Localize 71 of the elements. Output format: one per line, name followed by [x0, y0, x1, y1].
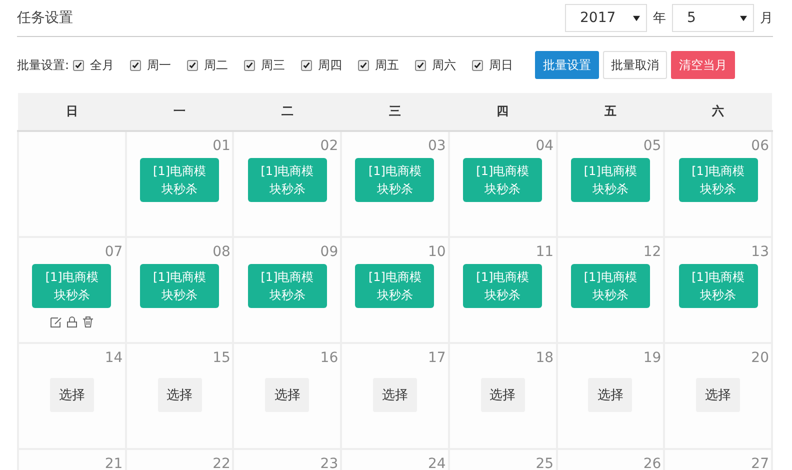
select-button[interactable]: 选择: [50, 378, 94, 412]
day-number: 19: [642, 349, 662, 368]
day-number: 11: [534, 243, 555, 262]
batch-set-button[interactable]: 批量设置: [535, 51, 600, 79]
day-number: 09: [319, 243, 340, 262]
clear-month-button[interactable]: 清空当月: [671, 51, 736, 79]
day-number: 23: [319, 455, 340, 470]
checkbox-label: 周四: [318, 56, 342, 74]
day-number: 17: [426, 349, 447, 368]
select-button[interactable]: 选择: [588, 378, 632, 412]
day-number: 13: [750, 243, 770, 262]
day-number: 07: [104, 243, 124, 262]
batch-cancel-button[interactable]: 批量取消: [603, 51, 668, 79]
day-number: 16: [319, 349, 340, 368]
month-select[interactable]: 5: [672, 4, 754, 32]
task-block[interactable]: [1]电商模块秒杀: [32, 264, 112, 308]
task-block[interactable]: [1]电商模块秒杀: [355, 158, 434, 202]
day-number: 15: [212, 349, 232, 368]
day-number: 06: [750, 137, 770, 156]
day-number: 25: [534, 455, 555, 470]
day-number: 04: [534, 137, 555, 156]
checkbox-label: 周六: [432, 56, 456, 74]
select-button[interactable]: 选择: [372, 378, 417, 412]
select-button[interactable]: 选择: [158, 378, 202, 412]
day-number: 22: [212, 455, 232, 470]
day-number: 26: [642, 455, 662, 470]
day-number: 12: [642, 243, 662, 262]
weekday-header: 日: [18, 93, 126, 131]
task-block[interactable]: [1]电商模块秒杀: [463, 158, 542, 202]
year-select[interactable]: 2017: [565, 4, 647, 32]
select-button[interactable]: 选择: [480, 378, 525, 412]
task-block[interactable]: [1]电商模块秒杀: [678, 264, 758, 308]
select-button[interactable]: 选择: [265, 378, 310, 412]
year-unit: 年: [653, 10, 666, 27]
weekday-header: 三: [341, 93, 449, 131]
task-block[interactable]: [1]电商模块秒杀: [355, 264, 434, 308]
task-block[interactable]: [1]电商模块秒杀: [570, 264, 650, 308]
weekday-header: 五: [556, 93, 664, 131]
month-unit: 月: [760, 10, 773, 27]
page-title: 任务设置: [17, 9, 73, 27]
checkbox-label: 周一: [147, 56, 172, 74]
day-number: 21: [104, 455, 124, 470]
batch-label: 批量设置:: [17, 56, 70, 74]
day-number: 01: [212, 137, 232, 156]
checkbox-label: 周五: [375, 56, 400, 74]
checkbox-label: 周二: [204, 56, 228, 74]
task-block[interactable]: [1]电商模块秒杀: [140, 158, 220, 202]
day-number: 05: [642, 137, 662, 156]
day-number: 02: [319, 137, 340, 156]
checkbox-label: 周日: [489, 56, 514, 74]
task-block[interactable]: [1]电商模块秒杀: [570, 158, 650, 202]
day-number: 18: [534, 349, 555, 368]
day-number: 20: [750, 349, 770, 368]
checkbox-label: 周三: [261, 56, 286, 74]
day-number: 10: [426, 243, 447, 262]
task-block[interactable]: [1]电商模块秒杀: [248, 158, 327, 202]
weekday-header: 六: [664, 93, 772, 131]
weekday-header: 四: [448, 93, 557, 131]
day-number: 27: [750, 455, 770, 470]
day-number: 24: [426, 455, 447, 470]
checkbox-label: 全月: [90, 56, 114, 74]
day-number: 03: [426, 137, 447, 156]
weekday-header: 一: [126, 93, 234, 131]
day-number: 14: [104, 349, 124, 368]
task-block[interactable]: [1]电商模块秒杀: [463, 264, 542, 308]
task-block[interactable]: [1]电商模块秒杀: [140, 264, 220, 308]
task-block[interactable]: [1]电商模块秒杀: [248, 264, 327, 308]
weekday-header: 二: [233, 93, 342, 131]
day-number: 08: [212, 243, 232, 262]
task-block[interactable]: [1]电商模块秒杀: [678, 158, 758, 202]
select-button[interactable]: 选择: [696, 378, 740, 412]
